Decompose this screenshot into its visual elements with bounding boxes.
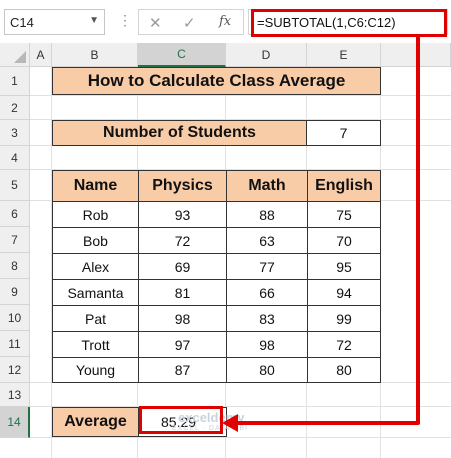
row-header-8[interactable]: 8: [0, 253, 30, 279]
table-cell[interactable]: 99: [307, 305, 381, 332]
column-header-d[interactable]: D: [226, 43, 307, 67]
table-cell[interactable]: Trott: [52, 331, 139, 358]
table-cell[interactable]: 83: [226, 305, 308, 332]
table-header-name[interactable]: Name: [52, 170, 139, 202]
student-count-value[interactable]: 7: [306, 120, 381, 146]
insert-function-icon[interactable]: fx: [219, 14, 231, 29]
table-cell[interactable]: 88: [226, 201, 308, 228]
table-cell[interactable]: 72: [138, 227, 227, 254]
row-header-11[interactable]: 11: [0, 331, 30, 357]
average-label[interactable]: Average: [52, 407, 139, 437]
formula-bar: C14 ▼ ⋮ ✕ ✓ fx =SUBTOTAL(1,C6:C12): [0, 0, 451, 43]
student-count-label[interactable]: Number of Students: [52, 120, 307, 146]
table-cell[interactable]: 75: [307, 201, 381, 228]
table-cell[interactable]: Pat: [52, 305, 139, 332]
enter-icon[interactable]: ✓: [183, 14, 196, 32]
cancel-icon[interactable]: ✕: [149, 14, 162, 32]
table-cell[interactable]: Young: [52, 357, 139, 383]
table-header-physics[interactable]: Physics: [138, 170, 227, 202]
row-header-5[interactable]: 5: [0, 170, 30, 201]
more-options-icon[interactable]: ⋮: [118, 12, 132, 29]
row-header-7[interactable]: 7: [0, 227, 30, 253]
table-header-english[interactable]: English: [307, 170, 381, 202]
column-header-a[interactable]: A: [30, 43, 52, 67]
table-cell[interactable]: Bob: [52, 227, 139, 254]
select-all-corner[interactable]: [0, 43, 30, 67]
chevron-down-icon[interactable]: ▼: [89, 15, 99, 26]
table-cell[interactable]: Samanta: [52, 279, 139, 306]
table-cell[interactable]: 94: [307, 279, 381, 306]
table-cell[interactable]: Rob: [52, 201, 139, 228]
table-cell[interactable]: Alex: [52, 253, 139, 280]
row-header-6[interactable]: 6: [0, 201, 30, 227]
formula-buttons: ✕ ✓ fx: [138, 9, 244, 35]
table-cell[interactable]: 80: [226, 357, 308, 383]
table-cell[interactable]: 81: [138, 279, 227, 306]
table-cell[interactable]: 72: [307, 331, 381, 358]
average-highlight-box: [139, 406, 223, 434]
row-header-14[interactable]: 14: [0, 407, 30, 438]
table-cell[interactable]: 87: [138, 357, 227, 383]
table-cell[interactable]: 70: [307, 227, 381, 254]
table-cell[interactable]: 97: [138, 331, 227, 358]
column-header-blank[interactable]: [381, 43, 451, 67]
name-box[interactable]: C14 ▼: [4, 9, 105, 35]
table-cell[interactable]: 95: [307, 253, 381, 280]
table-cell[interactable]: 69: [138, 253, 227, 280]
row-header-10[interactable]: 10: [0, 305, 30, 331]
row-header-2[interactable]: 2: [0, 96, 30, 120]
table-cell[interactable]: 80: [307, 357, 381, 383]
table-cell[interactable]: 98: [138, 305, 227, 332]
row-header-12[interactable]: 12: [0, 357, 30, 383]
column-header-e[interactable]: E: [307, 43, 381, 67]
table-cell[interactable]: 93: [138, 201, 227, 228]
row-header-9[interactable]: 9: [0, 279, 30, 305]
row-header-4[interactable]: 4: [0, 146, 30, 170]
column-header-c[interactable]: C: [138, 43, 226, 67]
name-box-value: C14: [10, 15, 34, 30]
row-header-1[interactable]: 1: [0, 67, 30, 96]
formula-highlight-box: [251, 9, 447, 37]
row-header-13[interactable]: 13: [0, 383, 30, 407]
column-header-b[interactable]: B: [52, 43, 138, 67]
table-header-math[interactable]: Math: [226, 170, 308, 202]
row-header-3[interactable]: 3: [0, 120, 30, 146]
table-cell[interactable]: 63: [226, 227, 308, 254]
sheet-title[interactable]: How to Calculate Class Average: [52, 67, 381, 95]
table-cell[interactable]: 77: [226, 253, 308, 280]
table-cell[interactable]: 66: [226, 279, 308, 306]
table-cell[interactable]: 98: [226, 331, 308, 358]
